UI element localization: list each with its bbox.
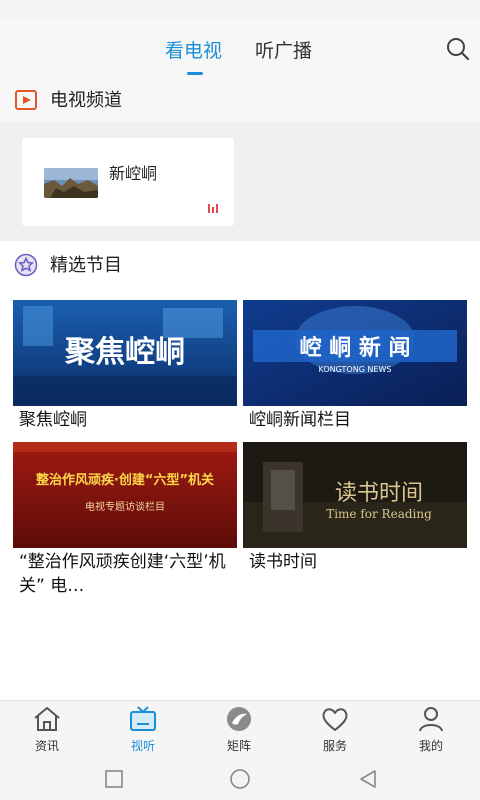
nav-label: 我的 bbox=[418, 739, 443, 753]
thumbnail-caption: 整治作风顽疾·创建“六型”机关 bbox=[35, 472, 214, 488]
channel-list: 新崆峒 bbox=[0, 122, 480, 241]
nav-label: 服务 bbox=[322, 739, 347, 753]
thumbnail-caption: 聚焦崆峒 bbox=[64, 335, 185, 370]
tv-icon bbox=[130, 706, 156, 731]
featured-programs-header: 精选节目 bbox=[0, 241, 480, 287]
program-thumbnail: 聚焦崆峒 bbox=[13, 300, 237, 406]
bottom-nav: 资讯 视听 矩阵 服务 我的 bbox=[0, 700, 480, 758]
nav-item-matrix[interactable]: 矩阵 bbox=[204, 705, 274, 754]
program-title: 崆峒新闻栏目 bbox=[249, 410, 351, 430]
matrix-logo-icon bbox=[227, 707, 251, 731]
search-icon[interactable] bbox=[445, 36, 471, 62]
channel-name: 新崆峒 bbox=[109, 164, 158, 183]
status-bar bbox=[0, 0, 480, 20]
program-card[interactable]: 崆 峒 新 闻 KONGTONG NEWS 崆峒新闻栏目 bbox=[243, 300, 467, 432]
nav-item-mine[interactable]: 我的 bbox=[396, 705, 466, 754]
program-card[interactable]: 聚焦崆峒 聚焦崆峒 bbox=[13, 300, 237, 432]
heart-icon bbox=[322, 708, 348, 731]
thumbnail-subcaption: KONGTONG NEWS bbox=[319, 365, 392, 374]
section-title: 精选节目 bbox=[50, 255, 122, 276]
play-icon bbox=[15, 90, 37, 110]
thumbnail-caption: 崆 峒 新 闻 bbox=[300, 335, 411, 361]
nav-label: 视听 bbox=[130, 739, 155, 753]
top-tab-bar: 看电视 听广播 bbox=[0, 20, 480, 76]
thumbnail-caption: 读书时间 bbox=[335, 481, 423, 506]
thumbnail-subcaption: Time for Reading bbox=[326, 507, 432, 521]
program-thumbnail: 整治作风顽疾·创建“六型”机关 电视专题访谈栏目 bbox=[13, 442, 237, 548]
channel-card[interactable]: 新崆峒 bbox=[22, 138, 234, 226]
program-title: “整治作风顽疾创建‘六型’机关” 电… bbox=[19, 552, 226, 596]
channel-thumbnail bbox=[44, 168, 98, 198]
user-icon bbox=[419, 707, 443, 732]
program-thumbnail: 崆 峒 新 闻 KONGTONG NEWS bbox=[243, 300, 467, 406]
program-thumbnail: 读书时间 Time for Reading bbox=[243, 442, 467, 548]
home-icon bbox=[34, 707, 60, 731]
tab-listen-radio[interactable]: 听广播 bbox=[255, 36, 312, 63]
star-badge-icon bbox=[14, 253, 38, 277]
section-title: 电视频道 bbox=[50, 90, 122, 111]
live-bars-icon bbox=[208, 204, 218, 213]
home-button-icon[interactable] bbox=[229, 768, 251, 790]
back-icon[interactable] bbox=[357, 768, 379, 790]
nav-item-service[interactable]: 服务 bbox=[300, 705, 370, 754]
tv-channels-header: 电视频道 bbox=[0, 76, 480, 122]
program-card[interactable]: 整治作风顽疾·创建“六型”机关 电视专题访谈栏目 “整治作风顽疾创建‘六型’机关… bbox=[13, 442, 237, 598]
program-card[interactable]: 读书时间 Time for Reading 读书时间 bbox=[243, 442, 467, 574]
nav-label: 资讯 bbox=[34, 739, 59, 753]
nav-item-news[interactable]: 资讯 bbox=[12, 705, 82, 754]
active-tab-indicator bbox=[187, 72, 203, 75]
system-nav-bar bbox=[0, 758, 480, 800]
tab-watch-tv[interactable]: 看电视 bbox=[165, 36, 222, 63]
recent-apps-icon[interactable] bbox=[103, 768, 125, 790]
program-title: 读书时间 bbox=[249, 552, 317, 572]
nav-item-video[interactable]: 视听 bbox=[108, 705, 178, 754]
nav-label: 矩阵 bbox=[226, 739, 251, 753]
thumbnail-subcaption: 电视专题访谈栏目 bbox=[85, 500, 165, 513]
program-title: 聚焦崆峒 bbox=[19, 410, 87, 430]
